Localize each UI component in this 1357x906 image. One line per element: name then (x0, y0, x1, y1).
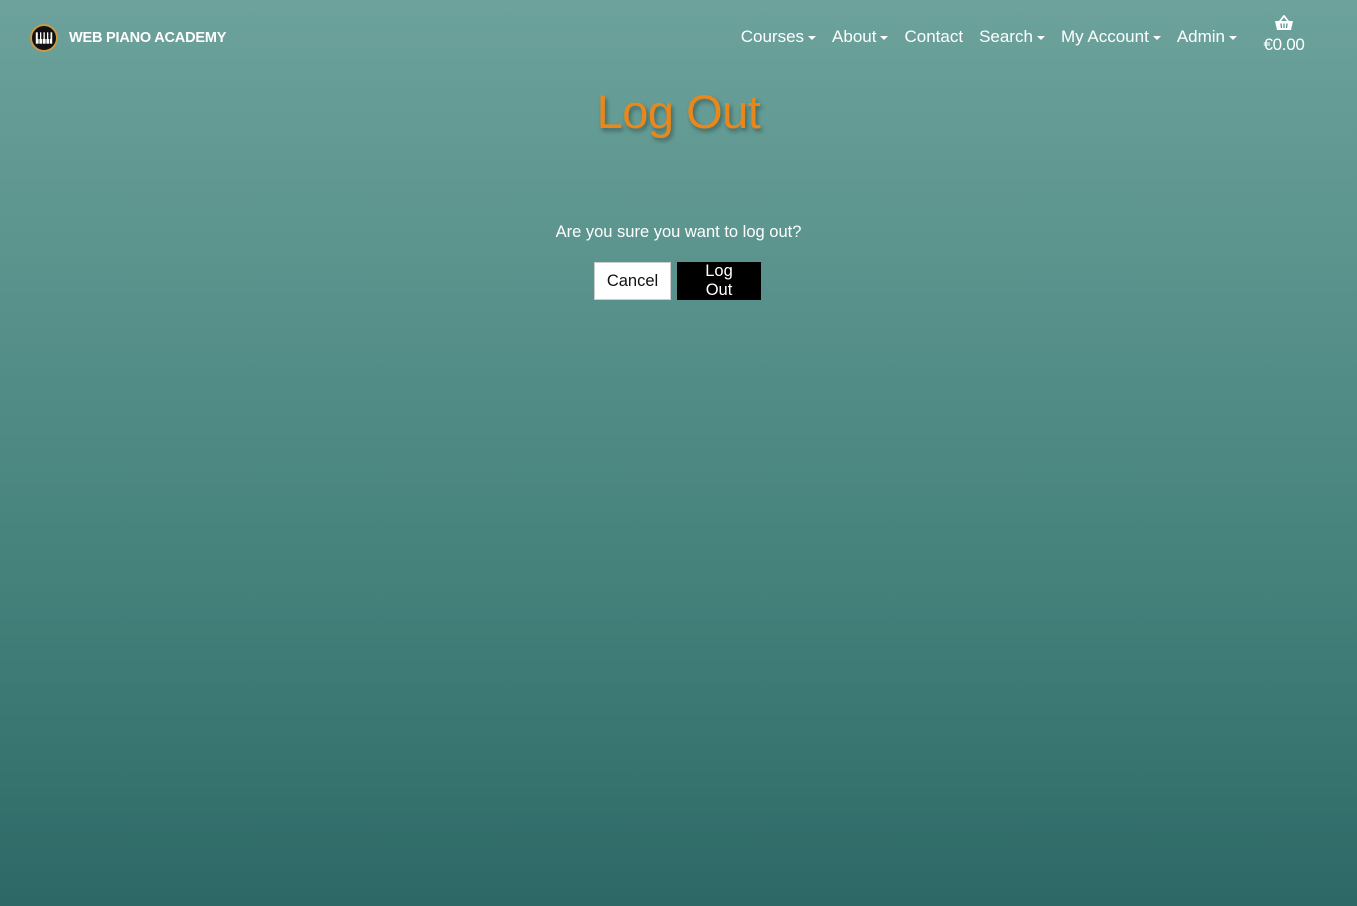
cancel-button[interactable]: Cancel (594, 262, 671, 300)
chevron-down-icon (880, 35, 889, 40)
nav-about-label: About (832, 27, 877, 46)
cart-total: €0.00 (1263, 35, 1305, 54)
nav-contact-label: Contact (904, 27, 964, 46)
logout-actions: Cancel Log Out (594, 262, 761, 300)
piano-keys-icon (30, 24, 58, 52)
nav-about[interactable]: About (832, 27, 889, 47)
nav-my-account-label: My Account (1060, 27, 1149, 46)
cart-link[interactable]: €0.00 (1258, 14, 1310, 55)
chevron-down-icon (1229, 35, 1237, 40)
nav-contact[interactable]: Contact (904, 27, 963, 47)
nav-courses-label: Courses (740, 27, 805, 46)
main-nav: Courses About Contact Search My Account … (741, 27, 1237, 47)
nav-search-label: Search (979, 27, 1033, 46)
nav-admin[interactable]: Admin (1177, 27, 1237, 47)
nav-admin-label: Admin (1176, 27, 1225, 46)
basket-icon (1274, 14, 1294, 35)
navbar: WEB PIANO ACADEMY Courses About Contact … (0, 0, 1357, 75)
brand-name: WEB PIANO ACADEMY (69, 30, 227, 46)
chevron-down-icon (1036, 35, 1045, 40)
logout-confirmation-text: Are you sure you want to log out? (555, 223, 802, 241)
page-title: Log Out (596, 85, 761, 138)
chevron-down-icon (808, 35, 817, 40)
nav-courses[interactable]: Courses (740, 27, 817, 47)
nav-my-account[interactable]: My Account (1061, 27, 1161, 47)
logout-button[interactable]: Log Out (677, 262, 761, 300)
nav-search[interactable]: Search (979, 27, 1045, 47)
brand-link[interactable]: WEB PIANO ACADEMY (30, 24, 226, 52)
chevron-down-icon (1152, 35, 1161, 40)
